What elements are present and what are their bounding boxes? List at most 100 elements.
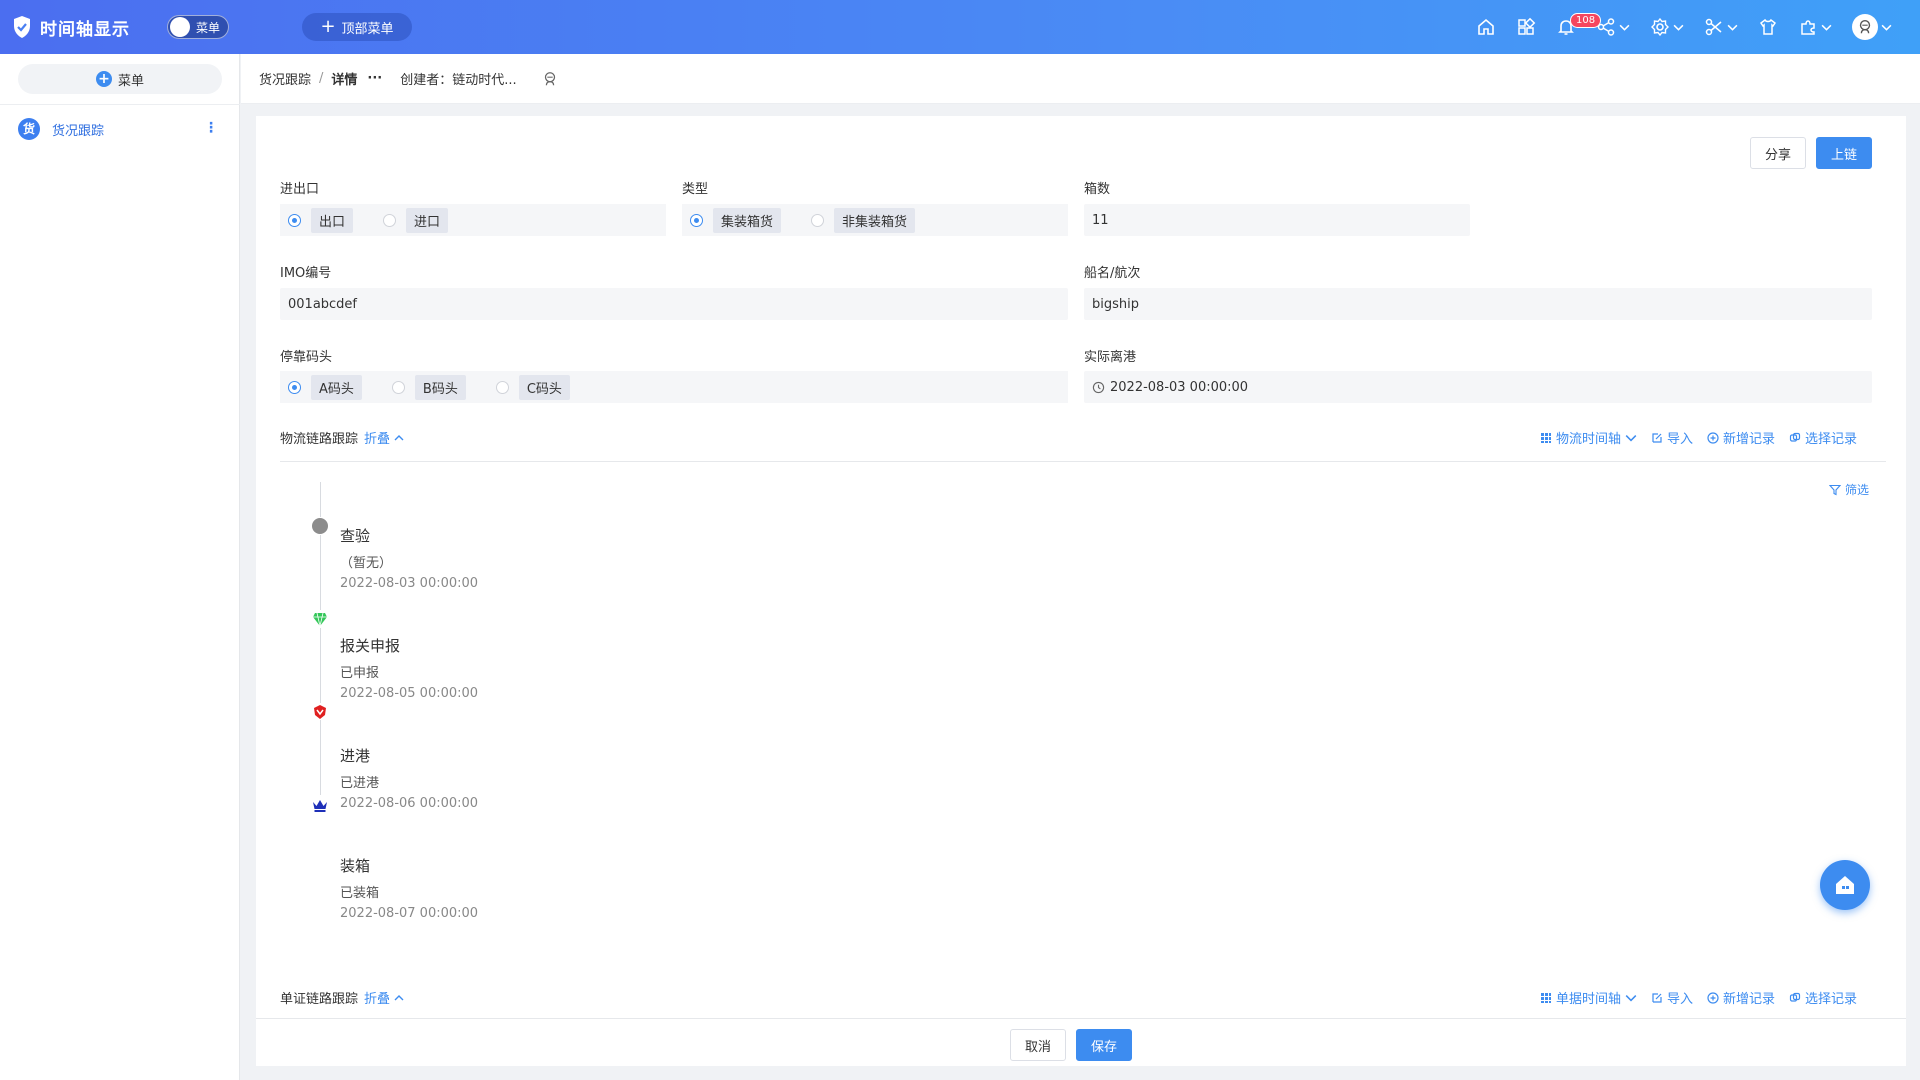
timeline-connector xyxy=(320,482,321,517)
logistics-select-record-button[interactable]: 选择记录 xyxy=(1789,428,1857,447)
radio-non-container-cargo[interactable]: 非集装箱货 xyxy=(811,207,916,233)
box-count-field[interactable]: 11 xyxy=(1084,204,1470,236)
direction-label: 进出口 xyxy=(280,182,320,197)
documents-section-title: 单证链路跟踪 折叠 xyxy=(280,988,404,1007)
documents-title: 单证链路跟踪 xyxy=(280,992,359,1007)
scissors-icon xyxy=(1705,18,1722,36)
more-vertical-icon[interactable]: ⋮ xyxy=(204,120,218,136)
imo-label: IMO编号 xyxy=(280,266,332,281)
radio-label: 集装箱货 xyxy=(713,207,782,233)
radio-berth-c[interactable]: C码头 xyxy=(495,374,570,400)
radio-dot xyxy=(495,380,509,394)
detail-panel: 分享 上链 进出口 出口 进口 类型 集装箱货 非集装箱货 箱数 11 IMO编… xyxy=(256,116,1906,1066)
documents-add-record-button[interactable]: 新增记录 xyxy=(1707,988,1775,1007)
timeline-view-label: 单据时间轴 xyxy=(1556,992,1622,1007)
radio-label: 非集装箱货 xyxy=(834,207,916,233)
cargo-badge-icon: 货 xyxy=(18,118,40,140)
apps-button[interactable] xyxy=(1506,0,1546,54)
user-menu[interactable] xyxy=(1842,0,1902,54)
documents-import-button[interactable]: 导入 xyxy=(1651,988,1693,1007)
timeline-event-status: （暂无） xyxy=(340,556,393,571)
timeline-event-time: 2022-08-03 00:00:00 xyxy=(340,576,479,591)
timeline-event-time: 2022-08-05 00:00:00 xyxy=(340,686,479,701)
radio-label: C码头 xyxy=(518,374,570,400)
timeline-connector xyxy=(320,628,321,703)
radio-label: A码头 xyxy=(311,374,362,400)
logistics-actions: 物流时间轴 导入 新增记录 选择记录 xyxy=(1540,428,1857,447)
cancel-button[interactable]: 取消 xyxy=(1010,1029,1066,1061)
grid-icon xyxy=(1541,432,1551,443)
radio-label: 进口 xyxy=(406,207,449,233)
filter-button[interactable]: 筛选 xyxy=(1829,481,1869,498)
creator-avatar-icon xyxy=(544,71,555,85)
red-badge-icon xyxy=(314,705,326,719)
documents-timeline-dropdown[interactable]: 单据时间轴 xyxy=(1540,988,1637,1007)
settings-menu[interactable] xyxy=(1640,0,1694,54)
vessel-label: 船名/航次 xyxy=(1084,266,1141,281)
footer-divider xyxy=(256,1018,1906,1019)
radio-berth-b[interactable]: B码头 xyxy=(391,374,466,400)
logistics-fold-link[interactable]: 折叠 xyxy=(364,428,390,447)
radio-berth-a[interactable]: A码头 xyxy=(288,374,362,400)
sidebar-menu-button[interactable]: + 菜单 xyxy=(18,64,222,94)
documents-fold-link[interactable]: 折叠 xyxy=(364,988,390,1007)
clock-icon xyxy=(1092,381,1105,393)
sidebar-item-cargo-tracking[interactable]: 货 货况跟踪 ⋮ xyxy=(18,114,218,144)
documents-select-record-button[interactable]: 选择记录 xyxy=(1789,988,1857,1007)
share-button[interactable]: 分享 xyxy=(1750,137,1806,169)
app-logo[interactable]: 时间轴显示 xyxy=(12,14,130,40)
logistics-import-button[interactable]: 导入 xyxy=(1651,428,1693,447)
plus-icon: + xyxy=(320,16,336,37)
green-diamond-icon xyxy=(313,612,327,627)
home-icon xyxy=(1478,18,1494,35)
avatar xyxy=(1852,14,1878,40)
floating-home-button[interactable] xyxy=(1820,860,1870,910)
edit-icon xyxy=(1652,992,1662,1003)
timeline-connector xyxy=(320,535,321,610)
radio-dot-checked xyxy=(690,213,703,227)
theme-button[interactable] xyxy=(1748,0,1788,54)
top-header: 时间轴显示 菜单 + 顶部菜单 108 xyxy=(0,0,1920,54)
header-icon-bar: 108 xyxy=(1466,0,1902,54)
gear-icon xyxy=(1651,17,1669,37)
top-menu-button[interactable]: + 顶部菜单 xyxy=(302,13,412,41)
documents-actions: 单据时间轴 导入 新增记录 选择记录 xyxy=(1540,988,1857,1007)
radio-container-cargo[interactable]: 集装箱货 xyxy=(690,207,782,233)
radio-label: B码头 xyxy=(414,374,466,400)
chevron-down-icon xyxy=(1625,434,1637,442)
share-menu[interactable] xyxy=(1586,0,1640,54)
chain-button[interactable]: 上链 xyxy=(1816,137,1872,169)
departure-value: 2022-08-03 00:00:00 xyxy=(1110,379,1249,395)
imo-field[interactable]: 001abcdef xyxy=(280,288,1068,320)
direction-radio-group: 出口 进口 xyxy=(280,204,666,236)
more-icon[interactable]: ··· xyxy=(367,71,382,86)
logistics-section-title: 物流链路跟踪 折叠 xyxy=(280,428,404,447)
plugins-menu[interactable] xyxy=(1788,0,1842,54)
radio-dot xyxy=(391,380,405,394)
type-label: 类型 xyxy=(682,182,709,197)
type-radio-group: 集装箱货 非集装箱货 xyxy=(682,204,1068,236)
chevron-up-icon[interactable] xyxy=(394,993,404,1003)
creator-label: 创建者：链动时代... xyxy=(400,73,517,88)
radio-import[interactable]: 进口 xyxy=(383,207,449,233)
breadcrumb-current: 详情 xyxy=(331,73,358,88)
shield-check-icon xyxy=(14,16,30,38)
copy-icon xyxy=(1789,992,1801,1002)
app-title: 时间轴显示 xyxy=(40,19,130,40)
departure-datetime-field[interactable]: 2022-08-03 00:00:00 xyxy=(1084,371,1872,403)
save-button[interactable]: 保存 xyxy=(1076,1029,1132,1061)
logistics-add-record-button[interactable]: 新增记录 xyxy=(1707,428,1775,447)
home-button[interactable] xyxy=(1466,0,1506,54)
menu-toggle-switch[interactable]: 菜单 xyxy=(167,15,229,39)
timeline-event-title: 报关申报 xyxy=(340,637,401,655)
radio-export[interactable]: 出口 xyxy=(288,207,354,233)
tools-menu[interactable] xyxy=(1694,0,1748,54)
breadcrumb-parent[interactable]: 货况跟踪 xyxy=(259,69,311,88)
chevron-down-icon xyxy=(1625,994,1637,1002)
chevron-up-icon[interactable] xyxy=(394,433,404,443)
vessel-field[interactable]: bigship xyxy=(1084,288,1872,320)
logistics-timeline-dropdown[interactable]: 物流时间轴 xyxy=(1540,428,1637,447)
top-menu-label: 顶部菜单 xyxy=(341,21,394,37)
notifications-button[interactable]: 108 xyxy=(1546,0,1602,54)
timeline-event-status: 已进港 xyxy=(340,776,380,791)
